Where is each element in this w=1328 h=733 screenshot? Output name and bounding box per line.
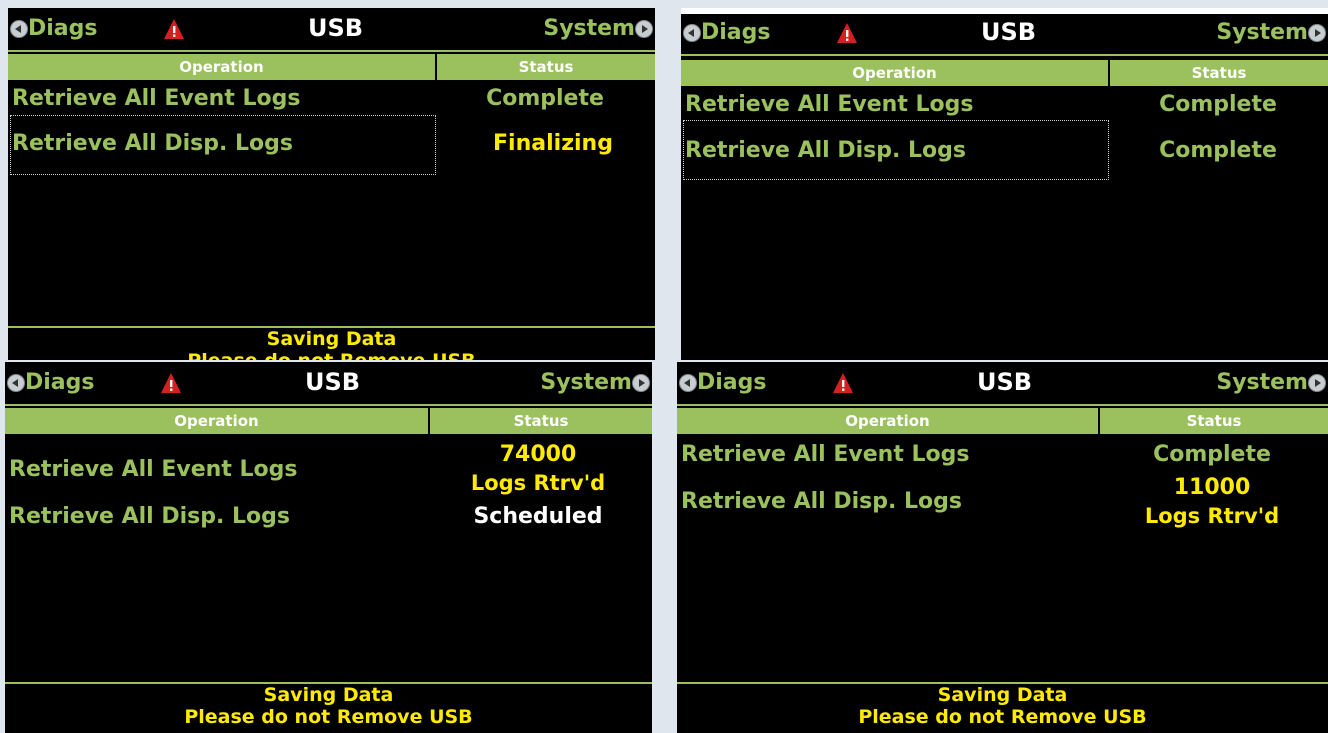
row-status-event-logs: Complete [486, 86, 604, 111]
top-bar: Diags USB System [677, 362, 1328, 406]
column-header-status: Status [1110, 60, 1328, 86]
nav-diags-label: Diags [697, 370, 767, 395]
right-arrow-icon [635, 20, 653, 38]
table-header: Operation Status [681, 60, 1328, 86]
nav-diags-button[interactable]: Diags [10, 16, 98, 42]
column-header-operation: Operation [5, 408, 428, 434]
footer-line-1: Saving Data [937, 684, 1068, 706]
row-status-disp-logs-line2: Logs Rtrv'd [1144, 504, 1280, 528]
nav-system-label: System [1216, 370, 1308, 395]
footer-message: Saving Data Please do not Remove USB [677, 682, 1328, 728]
nav-diags-button[interactable]: Diags [683, 20, 771, 46]
top-bar: Diags USB System [5, 362, 652, 406]
column-header-operation: Operation [677, 408, 1098, 434]
column-header-status: Status [1100, 408, 1328, 434]
nav-diags-button[interactable]: Diags [679, 370, 767, 396]
screen-title: USB [305, 368, 361, 396]
right-arrow-icon [1308, 24, 1326, 42]
warning-icon [164, 19, 184, 39]
usb-screen-bottom-right: Diags USB System Operation Status Retrie… [677, 362, 1328, 733]
row-operation-disp-logs[interactable]: Retrieve All Disp. Logs [12, 131, 293, 156]
row-status-event-logs: Complete [1153, 442, 1271, 467]
row-status-event-logs: 74000 [499, 442, 577, 467]
usb-screen-top-left: Diags USB System Operation Status Retrie… [8, 8, 655, 360]
nav-diags-label: Diags [25, 370, 95, 395]
table-header: Operation Status [677, 408, 1328, 434]
footer-line-1: Saving Data [266, 328, 397, 350]
nav-diags-button[interactable]: Diags [7, 370, 95, 396]
row-operation-disp-logs[interactable]: Retrieve All Disp. Logs [681, 489, 962, 514]
column-header-operation: Operation [8, 54, 435, 80]
warning-icon [837, 23, 857, 43]
nav-system-button[interactable]: System [540, 370, 650, 396]
left-arrow-icon [10, 20, 28, 38]
left-arrow-icon [7, 374, 25, 392]
row-status-disp-logs: Scheduled [473, 504, 603, 529]
usb-screen-top-right: Diags USB System Operation Status Retrie… [681, 8, 1328, 360]
right-arrow-icon [1308, 374, 1326, 392]
top-bar: Diags USB System [8, 8, 655, 52]
nav-system-button[interactable]: System [543, 16, 653, 42]
row-status-disp-logs: Complete [1159, 138, 1277, 163]
nav-system-button[interactable]: System [1216, 20, 1326, 46]
row-operation-event-logs[interactable]: Retrieve All Event Logs [12, 86, 300, 111]
table-header: Operation Status [8, 54, 655, 80]
footer-line-2: Please do not Remove USB [858, 706, 1147, 728]
row-status-event-logs-line2: Logs Rtrv'd [470, 471, 606, 495]
table-header: Operation Status [5, 408, 652, 434]
footer-line-1: Saving Data [263, 684, 394, 706]
nav-system-button[interactable]: System [1216, 370, 1326, 396]
nav-system-label: System [540, 370, 632, 395]
left-arrow-icon [679, 374, 697, 392]
footer-message: Saving Data Please do not Remove USB [5, 682, 652, 728]
nav-diags-label: Diags [701, 20, 771, 45]
left-arrow-icon [683, 24, 701, 42]
screen-title: USB [308, 14, 364, 42]
row-status-disp-logs: 11000 [1173, 475, 1251, 500]
nav-system-label: System [543, 16, 635, 41]
right-arrow-icon [632, 374, 650, 392]
footer-line-2: Please do not Remove USB [8, 350, 655, 360]
column-header-status: Status [430, 408, 652, 434]
row-operation-event-logs[interactable]: Retrieve All Event Logs [685, 92, 973, 117]
nav-system-label: System [1216, 20, 1308, 45]
footer-message: Saving Data Please do not Remove USB [8, 326, 655, 360]
column-header-operation: Operation [681, 60, 1108, 86]
row-operation-disp-logs[interactable]: Retrieve All Disp. Logs [9, 504, 290, 529]
warning-icon [161, 373, 181, 393]
footer-line-2: Please do not Remove USB [184, 706, 473, 728]
screen-title: USB [977, 368, 1033, 396]
row-operation-event-logs[interactable]: Retrieve All Event Logs [681, 442, 969, 467]
row-operation-event-logs[interactable]: Retrieve All Event Logs [9, 457, 297, 482]
nav-diags-label: Diags [28, 16, 98, 41]
row-status-disp-logs: Finalizing [493, 131, 613, 156]
usb-screen-bottom-left: Diags USB System Operation Status Retrie… [5, 362, 652, 733]
row-operation-disp-logs[interactable]: Retrieve All Disp. Logs [685, 138, 966, 163]
top-bar: Diags USB System [681, 12, 1328, 56]
warning-icon [833, 373, 853, 393]
row-status-event-logs: Complete [1159, 92, 1277, 117]
screen-title: USB [981, 18, 1037, 46]
column-header-status: Status [437, 54, 655, 80]
